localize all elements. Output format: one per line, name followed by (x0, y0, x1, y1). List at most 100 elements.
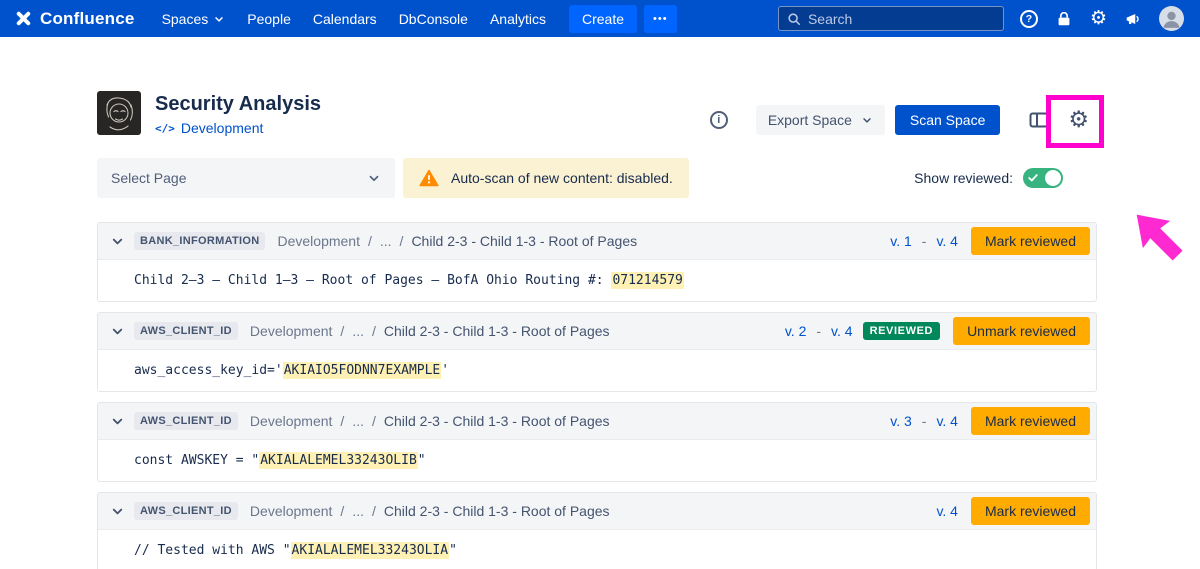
breadcrumb-ellipsis[interactable]: ... (352, 323, 364, 339)
check-icon (1028, 173, 1038, 183)
version-to-link[interactable]: v. 4 (936, 233, 958, 249)
finding-header: AWS_CLIENT_ID Development / ... / Child … (98, 493, 1096, 530)
breadcrumb-ellipsis[interactable]: ... (352, 503, 364, 519)
breadcrumb-separator: / (400, 233, 404, 249)
collapse-chevron-icon[interactable] (110, 504, 125, 519)
help-button[interactable]: ? (1020, 10, 1038, 28)
space-avatar (97, 91, 141, 135)
select-page-label: Select Page (111, 170, 187, 186)
search-input[interactable]: Search (778, 6, 1004, 31)
finding-card: AWS_CLIENT_ID Development / ... / Child … (97, 402, 1097, 482)
finding-snippet: Child 2–3 – Child 1–3 – Root of Pages – … (98, 260, 1096, 301)
code-text: " (418, 453, 426, 468)
space-meta: Security Analysis </> Development (155, 91, 321, 136)
export-space-label: Export Space (768, 112, 852, 128)
secret-highlight: AKIALALEMEL33243OLIA (291, 542, 450, 559)
breadcrumb-space[interactable]: Development (250, 323, 333, 339)
secret-highlight: AKIAIO5FODNN7EXAMPLE (283, 362, 442, 379)
collapse-chevron-icon[interactable] (110, 324, 125, 339)
breadcrumb-page[interactable]: Child 2-3 - Child 1-3 - Root of Pages (411, 233, 637, 249)
scan-space-button[interactable]: Scan Space (895, 105, 1001, 135)
chevron-down-icon (367, 171, 381, 185)
mark-reviewed-button[interactable]: Mark reviewed (971, 497, 1090, 525)
collapse-chevron-icon[interactable] (110, 414, 125, 429)
finding-actions: v. 4 Mark reviewed (936, 497, 1090, 525)
breadcrumb-separator: / (368, 233, 372, 249)
version-from-link[interactable]: v. 3 (890, 413, 912, 429)
page-title: Security Analysis (155, 92, 321, 116)
unmark-reviewed-button[interactable]: Unmark reviewed (953, 317, 1090, 345)
search-placeholder: Search (808, 11, 852, 27)
breadcrumb-separator: / (340, 323, 344, 339)
version-to-link[interactable]: v. 4 (831, 323, 853, 339)
export-space-button[interactable]: Export Space (756, 105, 885, 135)
breadcrumb-separator: / (340, 503, 344, 519)
version-dash: - (922, 233, 927, 249)
page-content: Security Analysis </> Development i Expo… (97, 91, 1097, 569)
version-link[interactable]: v. 4 (936, 503, 958, 519)
version-from-link[interactable]: v. 2 (785, 323, 807, 339)
finding-header: BANK_INFORMATION Development / ... / Chi… (98, 223, 1096, 260)
brand-name: Confluence (40, 9, 135, 29)
version-to-link[interactable]: v. 4 (936, 413, 958, 429)
breadcrumb-space[interactable]: Development (277, 233, 360, 249)
breadcrumb-page[interactable]: Child 2-3 - Child 1-3 - Root of Pages (384, 503, 610, 519)
finding-card: AWS_CLIENT_ID Development / ... / Child … (97, 312, 1097, 392)
breadcrumb-ellipsis[interactable]: ... (352, 413, 364, 429)
announcements-button[interactable] (1124, 10, 1142, 28)
mark-reviewed-button[interactable]: Mark reviewed (971, 227, 1090, 255)
nav-calendars[interactable]: Calendars (302, 11, 388, 27)
collapse-chevron-icon[interactable] (110, 234, 125, 249)
breadcrumb-page[interactable]: Child 2-3 - Child 1-3 - Root of Pages (384, 413, 610, 429)
finding-actions: v. 2 - v. 4 REVIEWED Unmark reviewed (785, 317, 1090, 345)
space-actions: i Export Space Scan Space ⚙ (710, 104, 1097, 136)
board-icon (1027, 108, 1051, 132)
code-text: aws_access_key_id=' (134, 363, 283, 378)
warning-text: Auto-scan of new content: disabled. (451, 170, 673, 186)
search-icon (787, 12, 801, 26)
nav-more-button[interactable]: ••• (644, 5, 677, 33)
show-reviewed-control: Show reviewed: (914, 168, 1063, 188)
finding-type-badge: AWS_CLIENT_ID (134, 412, 238, 430)
version-from-link[interactable]: v. 1 (890, 233, 912, 249)
breadcrumb: Development / ... / Child 2-3 - Child 1-… (250, 413, 610, 429)
lock-icon (1055, 10, 1073, 28)
nav-spaces-label: Spaces (162, 11, 209, 27)
board-view-button[interactable] (1027, 108, 1051, 132)
controls-row: Select Page Auto-scan of new content: di… (97, 158, 1097, 198)
nav-dbconsole[interactable]: DbConsole (388, 11, 479, 27)
nav-analytics[interactable]: Analytics (479, 11, 557, 27)
info-icon[interactable]: i (710, 111, 728, 129)
code-text: const AWSKEY = " (134, 453, 259, 468)
admin-settings-button[interactable]: ⚙ (1090, 9, 1107, 28)
confluence-logo[interactable]: Confluence (14, 9, 135, 29)
autoscan-warning-banner: Auto-scan of new content: disabled. (403, 158, 689, 198)
code-text: Child 2–3 – Child 1–3 – Root of Pages – … (134, 273, 611, 288)
chevron-down-icon (213, 13, 225, 25)
mark-reviewed-button[interactable]: Mark reviewed (971, 407, 1090, 435)
toggle-knob (1045, 170, 1061, 186)
breadcrumb: Development / ... / Child 2-3 - Child 1-… (277, 233, 637, 249)
warning-icon (419, 169, 439, 187)
space-avatar-image (97, 91, 141, 135)
space-settings-button[interactable]: ⚙ (1068, 109, 1089, 132)
breadcrumb-space[interactable]: Development (250, 503, 333, 519)
finding-type-badge: BANK_INFORMATION (134, 232, 265, 250)
select-page-dropdown[interactable]: Select Page (97, 158, 395, 198)
nav-people[interactable]: People (236, 11, 302, 27)
breadcrumb-page[interactable]: Child 2-3 - Child 1-3 - Root of Pages (384, 323, 610, 339)
create-button[interactable]: Create (569, 5, 637, 33)
space-link[interactable]: </> Development (155, 120, 321, 136)
confluence-logo-icon (14, 9, 33, 28)
top-nav: Confluence Spaces People Calendars DbCon… (0, 0, 1200, 37)
breadcrumb-separator: / (372, 323, 376, 339)
breadcrumb-space[interactable]: Development (250, 413, 333, 429)
gear-icon: ⚙ (1068, 109, 1089, 132)
reviewed-badge: REVIEWED (863, 322, 940, 340)
profile-button[interactable] (1159, 6, 1184, 31)
nav-spaces[interactable]: Spaces (151, 11, 237, 27)
breadcrumb-ellipsis[interactable]: ... (380, 233, 392, 249)
nav-icon-cluster: ? ⚙ (1020, 6, 1184, 31)
restrictions-button[interactable] (1055, 10, 1073, 28)
show-reviewed-toggle[interactable] (1023, 168, 1063, 188)
